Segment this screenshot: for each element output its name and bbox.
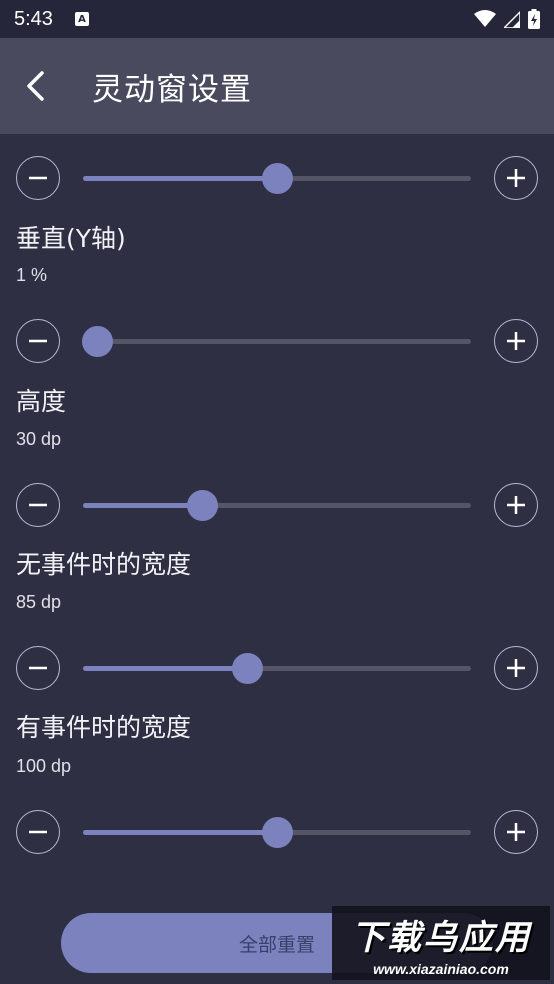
slider-row-width-active (0, 808, 554, 856)
setting-label-vertical: 垂直(Y轴) (16, 224, 126, 253)
increase-button[interactable] (494, 319, 538, 363)
slider-fill (83, 666, 248, 671)
setting-value-width-active: 100 dp (16, 756, 72, 776)
decrease-button[interactable] (16, 646, 60, 690)
setting-label-width-idle: 无事件时的宽度 (16, 550, 192, 579)
increase-button[interactable] (494, 646, 538, 690)
slider-thumb[interactable] (261, 163, 293, 194)
back-button[interactable] (0, 38, 70, 134)
minus-icon (29, 666, 47, 670)
slider-track[interactable] (81, 326, 471, 357)
slider-track[interactable] (83, 817, 471, 848)
app-bar: 灵动窗设置 (0, 38, 554, 134)
slider-thumb[interactable] (231, 653, 263, 684)
slider-thumb[interactable] (261, 817, 293, 848)
setting-label-width-active: 有事件时的宽度 (16, 713, 192, 742)
increase-button[interactable] (494, 810, 538, 854)
setting-value-height: 30 dp (16, 429, 62, 449)
slider-track[interactable] (83, 653, 471, 684)
watermark-main-text: 下载乌应用 (351, 917, 531, 958)
slider-row-horizontal (0, 154, 554, 202)
slider-fill (83, 176, 277, 181)
page-title: 灵动窗设置 (92, 71, 252, 108)
watermark-logo: 下载乌应用 www.xiazainiao.com (332, 906, 550, 980)
increase-button[interactable] (494, 483, 538, 527)
setting-value-width-idle: 85 dp (16, 592, 62, 612)
slider-fill (83, 503, 203, 508)
slider-row-width-idle (0, 644, 554, 692)
slider-track[interactable] (83, 490, 471, 521)
plus-icon (507, 823, 525, 841)
plus-icon (507, 169, 525, 187)
decrease-button[interactable] (16, 483, 60, 527)
slider-row-height (0, 481, 554, 529)
minus-icon (29, 176, 47, 180)
setting-value-vertical: 1 % (16, 265, 48, 285)
decrease-button[interactable] (16, 810, 60, 854)
slider-row-vertical (0, 317, 554, 365)
increase-button[interactable] (494, 156, 538, 200)
cell-signal-icon (504, 10, 520, 28)
minus-icon (29, 830, 47, 834)
notification-a-icon: A (74, 12, 89, 26)
setting-label-height: 高度 (16, 387, 67, 416)
status-bar: 5:43 A (0, 0, 554, 38)
battery-charging-icon (528, 9, 540, 29)
minus-icon (29, 339, 47, 343)
minus-icon (29, 503, 47, 507)
watermark-url: www.xiazainiao.com (373, 960, 509, 977)
slider-track[interactable] (83, 163, 471, 194)
decrease-button[interactable] (16, 319, 60, 363)
plus-icon (507, 659, 525, 677)
decrease-button[interactable] (16, 156, 60, 200)
status-time: 5:43 (14, 7, 53, 30)
wifi-icon (474, 10, 496, 27)
back-arrow-icon (27, 71, 44, 101)
status-icons (474, 9, 540, 29)
slider-fill (83, 830, 277, 835)
plus-icon (507, 332, 525, 350)
slider-thumb[interactable] (81, 326, 113, 357)
plus-icon (507, 496, 525, 514)
slider-thumb[interactable] (186, 490, 218, 521)
